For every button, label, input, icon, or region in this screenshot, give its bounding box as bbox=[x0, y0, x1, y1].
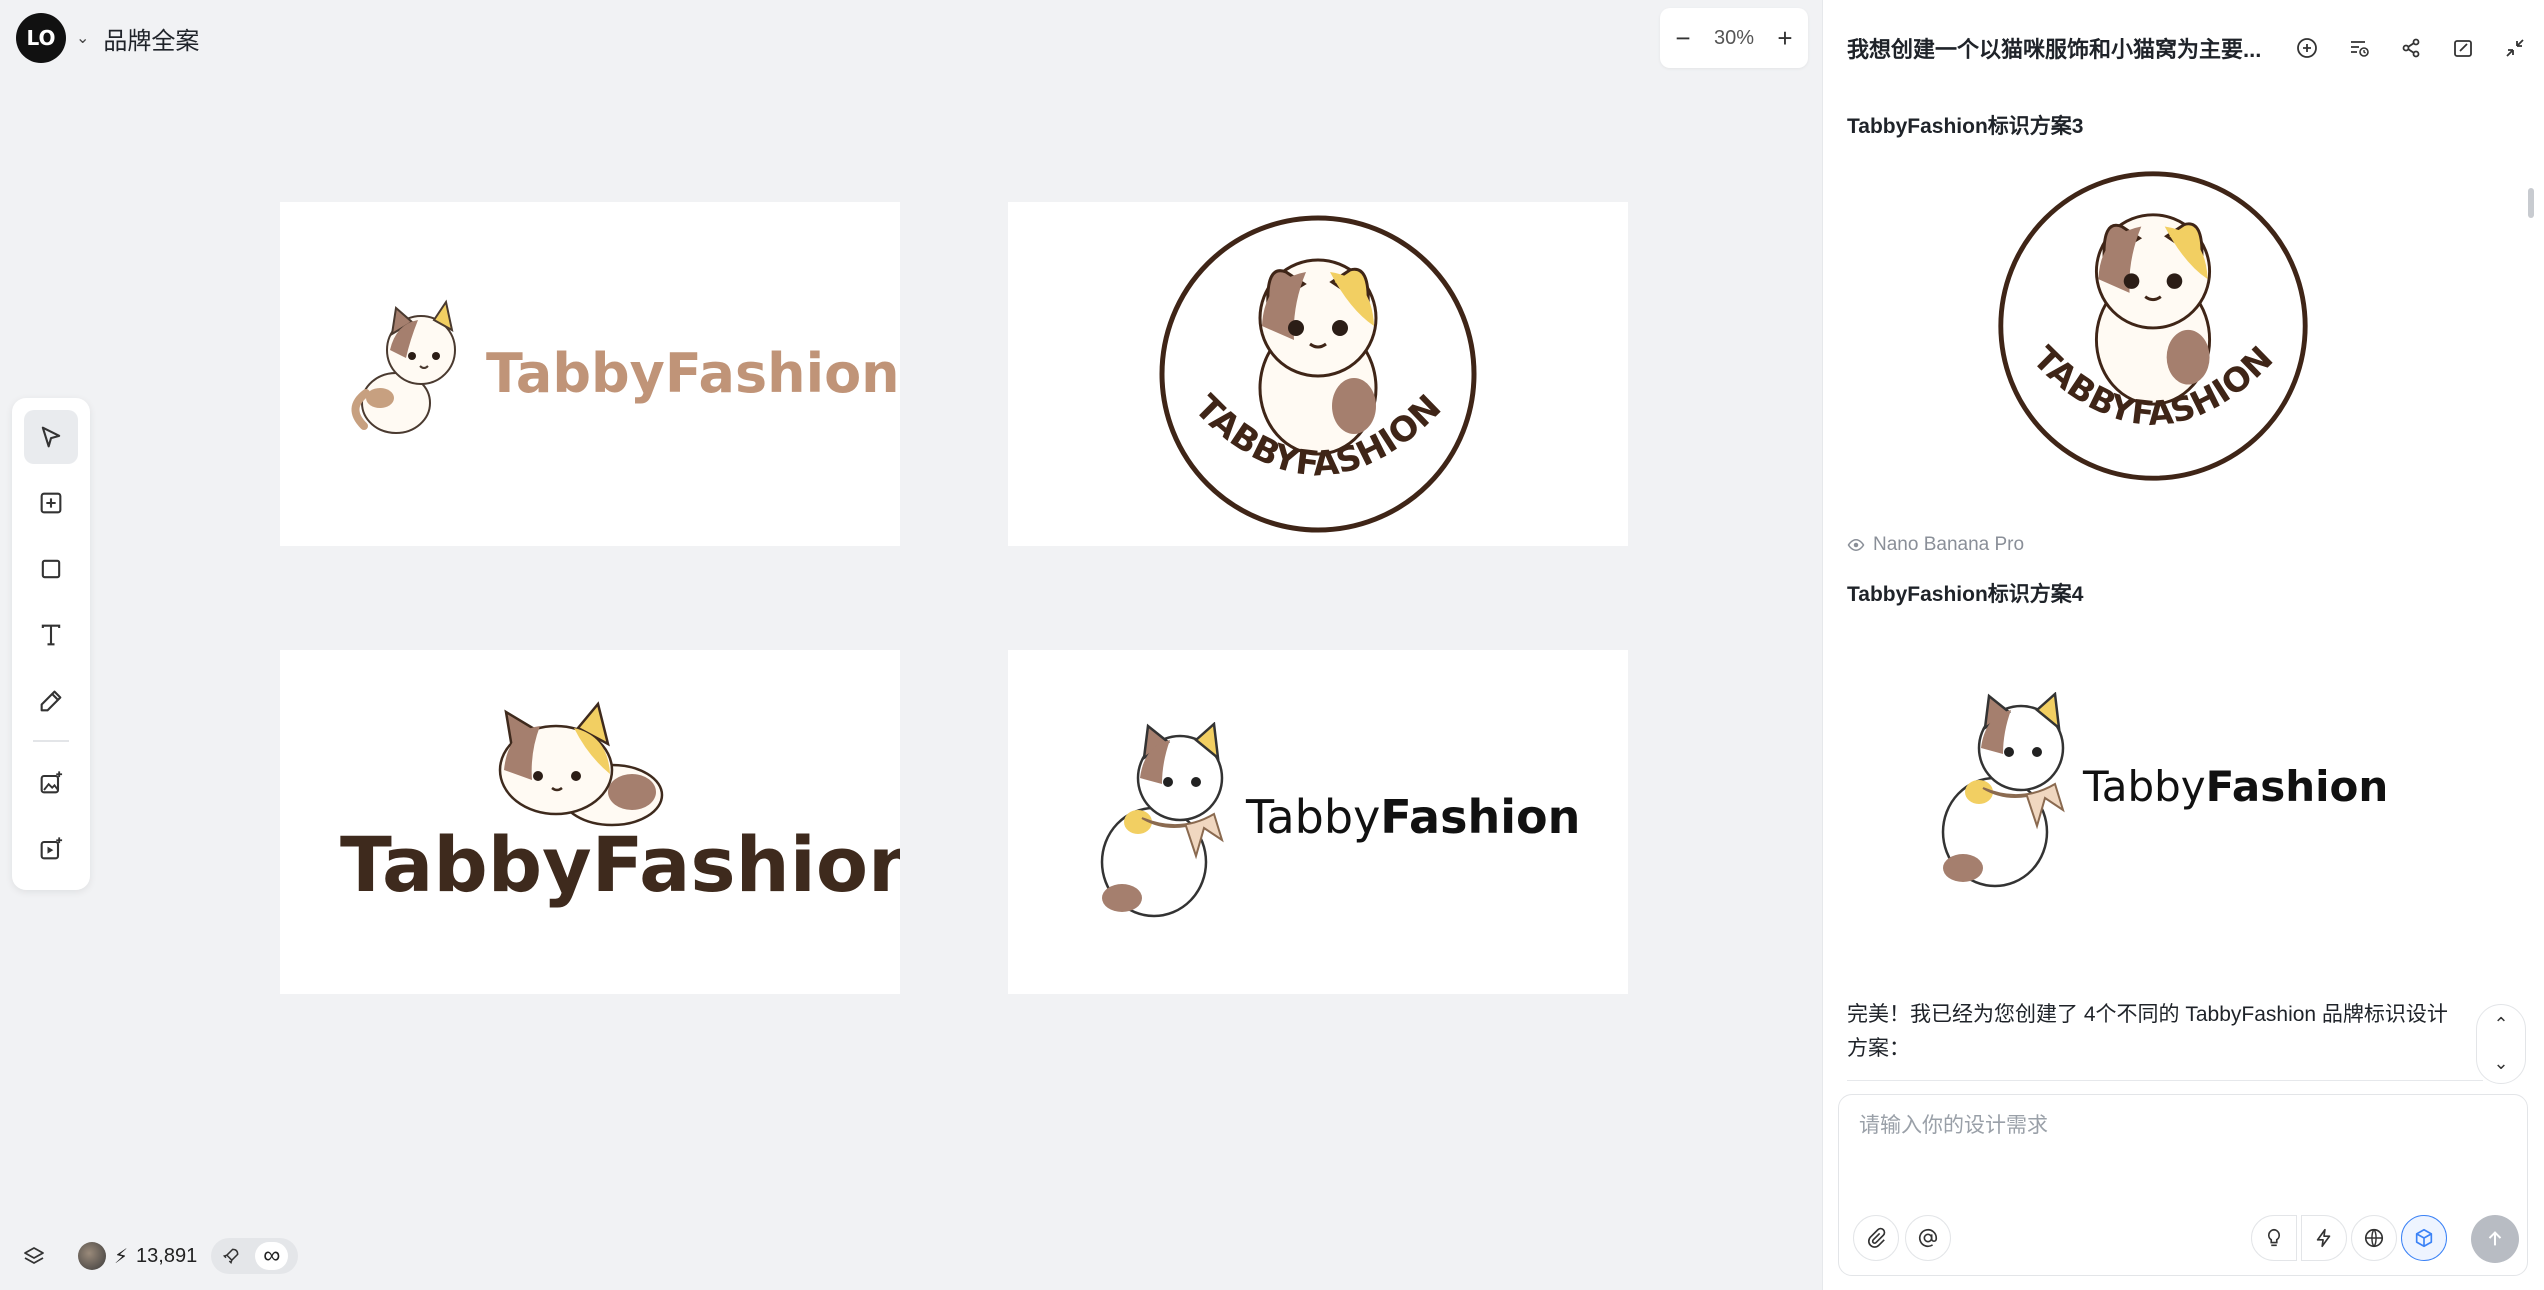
section-title-4: TabbyFashion标识方案4 bbox=[1847, 583, 2084, 606]
video-sparkle-icon bbox=[40, 837, 63, 860]
history-icon[interactable] bbox=[2347, 36, 2371, 60]
chat-title[interactable]: 我想创建一个以猫咪服饰和小猫窝为主要... bbox=[1847, 32, 2267, 64]
logo-card-2[interactable]: TABBYFASHION bbox=[1008, 202, 1628, 546]
scroll-up-button[interactable]: ⌃ bbox=[2493, 1014, 2508, 1035]
project-title[interactable]: 品牌全案 bbox=[103, 21, 199, 56]
chat-scrollbar[interactable] bbox=[2528, 188, 2534, 218]
logo-card-4[interactable]: TabbyFashion bbox=[1008, 650, 1628, 994]
at-icon bbox=[1918, 1228, 1938, 1248]
app-logo[interactable]: LO bbox=[16, 13, 66, 63]
new-chat-icon[interactable] bbox=[2295, 36, 2319, 60]
lightbulb-icon bbox=[2267, 1228, 2281, 1247]
edit-note-icon[interactable] bbox=[2451, 36, 2475, 60]
cursor-icon bbox=[41, 426, 61, 448]
logo-card-3[interactable]: TabbyFashion bbox=[280, 650, 900, 994]
collapse-icon[interactable] bbox=[2503, 36, 2527, 60]
tool-sidebar bbox=[12, 398, 90, 890]
design-canvas[interactable]: LO ⌄ 品牌全案 − 30% + TabbyFashion TABBYFASH… bbox=[0, 0, 1822, 1290]
plus-square-icon bbox=[40, 492, 62, 514]
cat-with-scarf-illustration bbox=[1100, 722, 1224, 918]
brand-word-light: Tabby bbox=[2083, 762, 2206, 811]
mode-toggle: ∞ bbox=[211, 1238, 299, 1274]
attach-button[interactable] bbox=[1853, 1215, 1899, 1261]
chat-header: 我想创建一个以猫咪服饰和小猫窝为主要... bbox=[1847, 28, 2527, 68]
text-icon bbox=[41, 624, 61, 646]
3d-mode-button[interactable] bbox=[2401, 1215, 2447, 1261]
message-divider bbox=[1847, 1080, 2483, 1081]
brand-wordmark: TabbyFashion bbox=[2083, 762, 2388, 811]
fast-mode-button[interactable] bbox=[2301, 1215, 2347, 1261]
rectangle-tool[interactable] bbox=[24, 542, 78, 596]
globe-icon bbox=[2364, 1228, 2384, 1248]
input-mode-group bbox=[2251, 1213, 2457, 1263]
avatar[interactable] bbox=[78, 1242, 106, 1270]
add-frame-tool[interactable] bbox=[24, 476, 78, 530]
video-generate-tool[interactable] bbox=[24, 822, 78, 876]
cat-with-scarf-illustration bbox=[1941, 692, 2065, 888]
model-name: Nano Banana Pro bbox=[1873, 534, 2025, 555]
pencil-icon bbox=[40, 690, 62, 712]
brand-wordmark: TabbyFashion bbox=[1246, 790, 1580, 844]
layers-icon[interactable] bbox=[22, 1244, 46, 1268]
infinity-mode-button[interactable]: ∞ bbox=[255, 1242, 289, 1270]
share-icon[interactable] bbox=[2399, 36, 2423, 60]
model-tag: Nano Banana Pro bbox=[1847, 534, 2024, 556]
zoom-in-button[interactable]: + bbox=[1770, 23, 1800, 54]
text-tool[interactable] bbox=[24, 608, 78, 662]
brand-wordmark: TabbyFashion bbox=[340, 820, 900, 909]
brand-wordmark: TabbyFashion bbox=[486, 342, 900, 405]
circular-badge-logo: TABBYFASHION bbox=[1159, 215, 1477, 533]
eye-icon bbox=[1847, 538, 1865, 552]
cat-peeking-illustration bbox=[498, 701, 664, 827]
paperclip-icon bbox=[1868, 1227, 1886, 1248]
chevron-down-icon[interactable]: ⌄ bbox=[76, 28, 89, 48]
pen-tool[interactable] bbox=[24, 674, 78, 728]
design-request-input[interactable] bbox=[1859, 1109, 2499, 1169]
zoom-out-button[interactable]: − bbox=[1668, 23, 1698, 54]
lightning-icon bbox=[2316, 1228, 2331, 1248]
lightning-icon: ⚡ bbox=[114, 1245, 129, 1268]
scroll-down-button[interactable]: ⌄ bbox=[2493, 1053, 2508, 1074]
image-sparkle-icon bbox=[40, 771, 63, 794]
assistant-message: 完美！我已经为您创建了 4个不同的 TabbyFashion 品牌标识设计方案： bbox=[1847, 1003, 2448, 1060]
toolbar-divider bbox=[33, 740, 69, 742]
bottom-bar: ⚡ 13,891 ∞ bbox=[22, 1238, 299, 1274]
idea-mode-button[interactable] bbox=[2251, 1215, 2297, 1261]
image-generate-tool[interactable] bbox=[24, 756, 78, 810]
project-header: LO ⌄ 品牌全案 bbox=[16, 13, 199, 63]
zoom-level[interactable]: 30% bbox=[1714, 27, 1754, 50]
mention-button[interactable] bbox=[1905, 1215, 1951, 1261]
generated-logo-4[interactable]: TabbyFashion bbox=[1933, 692, 2413, 902]
cube-icon bbox=[2415, 1228, 2433, 1248]
rocket-icon[interactable] bbox=[221, 1246, 241, 1266]
brand-word-bold: Fashion bbox=[1380, 790, 1581, 844]
credit-count: 13,891 bbox=[136, 1244, 198, 1267]
credits-display[interactable]: ⚡ 13,891 bbox=[78, 1242, 197, 1270]
arrow-up-icon bbox=[2488, 1231, 2502, 1246]
chat-input-box bbox=[1838, 1094, 2528, 1276]
square-icon bbox=[41, 559, 61, 579]
section-title-3: TabbyFashion标识方案3 bbox=[1847, 115, 2084, 138]
brand-word-light: Tabby bbox=[1246, 790, 1381, 844]
web-search-button[interactable] bbox=[2351, 1215, 2397, 1261]
zoom-control: − 30% + bbox=[1660, 8, 1808, 68]
cat-illustration bbox=[351, 299, 456, 434]
scroll-nav: ⌃ ⌄ bbox=[2476, 1004, 2526, 1084]
logo-card-1[interactable]: TabbyFashion bbox=[280, 202, 900, 546]
generated-logo-3[interactable]: TABBYFASHION bbox=[1993, 166, 2313, 486]
send-button[interactable] bbox=[2471, 1215, 2519, 1263]
brand-word-bold: Fashion bbox=[2205, 762, 2389, 811]
chat-header-actions bbox=[2295, 36, 2527, 60]
select-tool[interactable] bbox=[24, 410, 78, 464]
